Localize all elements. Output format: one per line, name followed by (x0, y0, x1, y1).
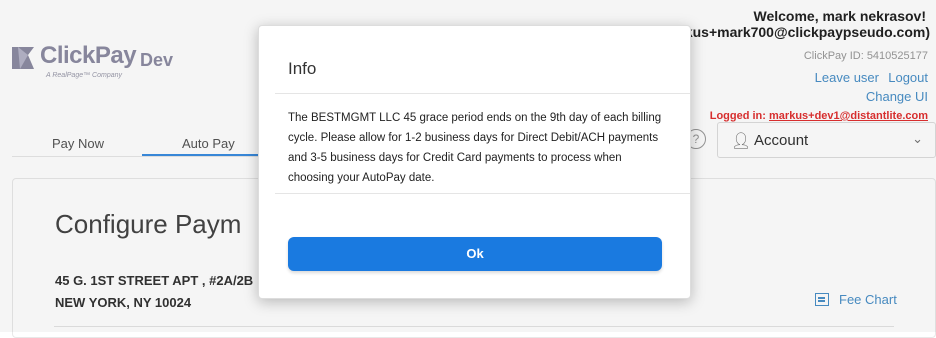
page: ClickPay Dev A RealPage™ Company Welcome… (0, 0, 936, 338)
ok-button[interactable]: Ok (288, 237, 662, 271)
modal-header-divider (275, 93, 690, 94)
modal-footer-divider (275, 193, 690, 194)
modal-title: Info (288, 59, 317, 78)
info-modal: Info The BESTMGMT LLC 45 grace period en… (258, 25, 691, 299)
modal-body-text: The BESTMGMT LLC 45 grace period ends on… (288, 112, 662, 184)
